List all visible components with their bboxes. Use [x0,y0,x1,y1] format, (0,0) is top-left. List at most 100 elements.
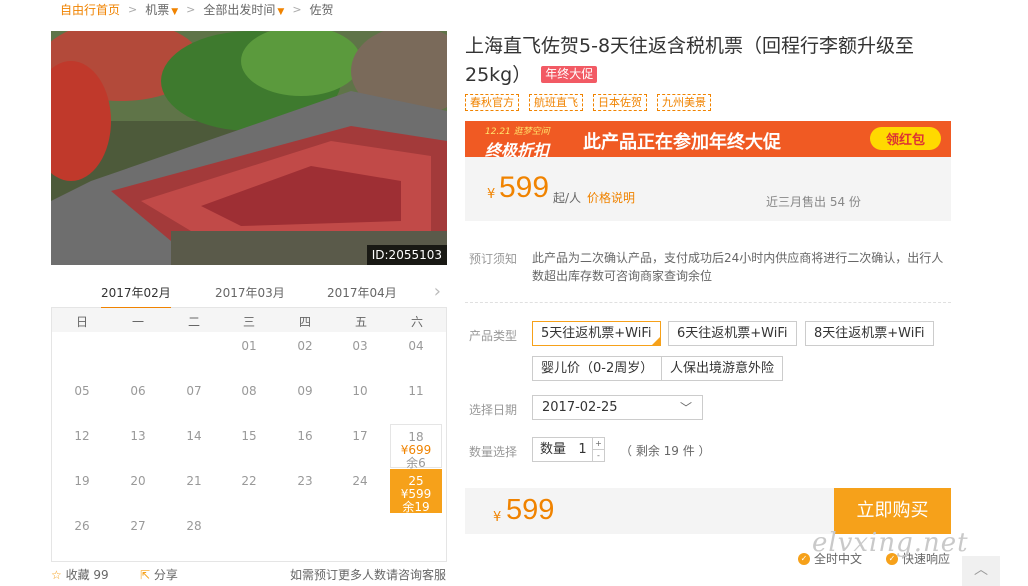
calendar-day: 04 [408,339,424,353]
price-info-link[interactable]: 价格说明 [587,189,635,206]
breadcrumb-current: 佐贺 [309,2,334,17]
chevron-down-icon: ﹀ [679,401,692,415]
calendar-day-selected[interactable]: 25 ¥599 余19 [390,469,442,514]
increment-icon[interactable]: + [593,438,604,449]
option-8day[interactable]: 8天往返机票+WiFi [805,321,934,346]
calendar-day: 15 [241,429,257,443]
tab-month-mar[interactable]: 2017年03月 [215,284,285,301]
calendar-day: 13 [130,429,146,443]
breadcrumb-home-link[interactable]: 自由行首页 [60,1,120,18]
weekday-label: 日 [75,315,88,329]
tag: 日本佐贺 [593,94,647,111]
watermark: elvxing.net [812,528,969,558]
chevron-right-icon: > [292,2,302,16]
calendar-day: 10 [352,384,368,398]
tag: 春秋官方 [465,94,519,111]
quantity-value[interactable]: 1 [578,442,586,457]
tab-month-feb[interactable]: 2017年02月 [101,284,171,309]
calendar-day: 17 [352,429,368,443]
breadcrumb-flight-dropdown[interactable]: 机票 ▼ [145,1,178,18]
calendar-day: 24 [352,474,368,488]
share-button[interactable]: ⇱ 分享 [140,566,178,583]
calendar-day: 14 [186,429,202,443]
price-box: ¥ 599 起/人 价格说明 近三月售出 54 份 [465,157,951,221]
date-value: 2017-02-25 [542,400,618,415]
banner-main-text: 此产品正在参加年终大促 [583,132,781,153]
notice-label: 预订须知 [469,252,518,266]
calendar-day: 26 [74,519,90,533]
calendar-day-available[interactable]: 18 ¥699 余6 [390,424,442,470]
option-5day[interactable]: 5天往返机票+WiFi [532,321,661,346]
quantity-label: 数量选择 [469,445,518,459]
notice-text: 此产品为二次确认产品，支付成功后24小时内供应商将进行二次确认，出行人数超出库存… [532,251,944,283]
currency-symbol: ¥ [487,187,496,202]
calendar-day: 08 [241,384,257,398]
stepper-arrows[interactable]: + - [592,438,604,461]
product-title-block: 上海直飞佐贺5-8天往返含税机票（回程行李额升级至25kg） 年终大促 [465,32,945,90]
date-label: 选择日期 [469,403,518,417]
weekday-label: 四 [298,315,311,329]
option-insurance[interactable]: 人保出境游意外险 [661,356,784,381]
consult-tip: 如需预订更多人数请咨询客服 [290,568,447,582]
red-packet-button[interactable]: 领红包 [869,127,941,150]
calendar-day: 02 [297,339,313,353]
calendar-day: 22 [241,474,257,488]
calendar-weekday-header: 日 一 二 三 四 五 六 [52,308,446,332]
favorite-button[interactable]: ☆ 收藏 99 [51,566,109,583]
calendar-day: 03 [352,339,368,353]
option-infant[interactable]: 婴儿价（0-2周岁） [532,356,663,381]
calendar-day: 19 [74,474,90,488]
breadcrumb: 自由行首页 > 机票 ▼ > 全部出发时间 ▼ > 佐贺 [60,0,334,18]
breadcrumb-time-label: 全部出发时间 [203,2,276,17]
weekday-label: 二 [187,315,200,329]
divider [465,302,951,303]
decrement-icon[interactable]: - [593,449,604,461]
product-photo: ID:2055103 [51,31,447,265]
product-tags: 春秋官方 航班直飞 日本佐贺 九州美景 [465,94,711,111]
tab-month-apr[interactable]: 2017年04月 [327,284,397,301]
quantity-stepper[interactable]: 数量 1 + - [532,437,605,462]
banner-discount: 12.21 逛梦空间终极折扣 [485,124,550,157]
sold-count: 近三月售出 54 份 [766,195,861,209]
weekday-label: 三 [242,315,255,329]
promo-badge: 年终大促 [541,66,598,83]
back-to-top-icon[interactable]: ︿ [962,556,1000,586]
calendar-day: 09 [297,384,313,398]
photo-id-label: ID:2055103 [366,245,447,265]
share-icon: ⇱ [140,568,151,582]
price-unit: 起/人 [553,191,582,205]
weekday-label: 六 [410,315,423,329]
autumn-leaves-image [51,31,447,265]
banner-big-text: 终极折扣 [485,141,550,157]
next-month-chevron-icon[interactable]: › [434,281,441,302]
weekday-label: 五 [354,315,367,329]
breadcrumb-time-dropdown[interactable]: 全部出发时间 ▼ [203,1,284,18]
chevron-right-icon: > [186,2,196,16]
calendar-day: 01 [241,339,257,353]
product-title: 上海直飞佐贺5-8天往返含税机票（回程行李额升级至25kg） [465,35,915,86]
banner-small-text: 12.21 逛梦空间 [485,127,550,137]
total-price: 599 [506,494,555,526]
quantity-field-label: 数量 [540,442,567,457]
weekday-label: 一 [131,315,144,329]
calendar-day: 28 [186,519,202,533]
calendar-day: 23 [297,474,313,488]
tag: 九州美景 [657,94,711,111]
currency-symbol: ¥ [493,510,502,525]
favorite-count: 收藏 99 [65,568,109,582]
caret-down-icon: ▼ [171,6,179,17]
calendar-day: 11 [408,384,424,398]
calendar-day: 20 [130,474,146,488]
share-label: 分享 [153,568,178,582]
breadcrumb-flight-label: 机票 [145,2,170,17]
promo-banner[interactable]: 12.21 逛梦空间终极折扣 此产品正在参加年终大促 领红包 [465,121,951,157]
price-value: 599 [499,171,550,204]
date-select[interactable]: 2017-02-25 ﹀ [532,395,703,420]
tag: 航班直飞 [529,94,583,111]
chevron-right-icon: > [128,2,138,16]
check-icon: ✓ [798,552,810,565]
month-tabs: 2017年02月 2017年03月 2017年04月 › [51,281,447,309]
price-calendar: 日 一 二 三 四 五 六 01 02 03 04 05 06 07 08 09… [51,308,447,562]
option-6day[interactable]: 6天往返机票+WiFi [668,321,797,346]
calendar-day: 06 [130,384,146,398]
